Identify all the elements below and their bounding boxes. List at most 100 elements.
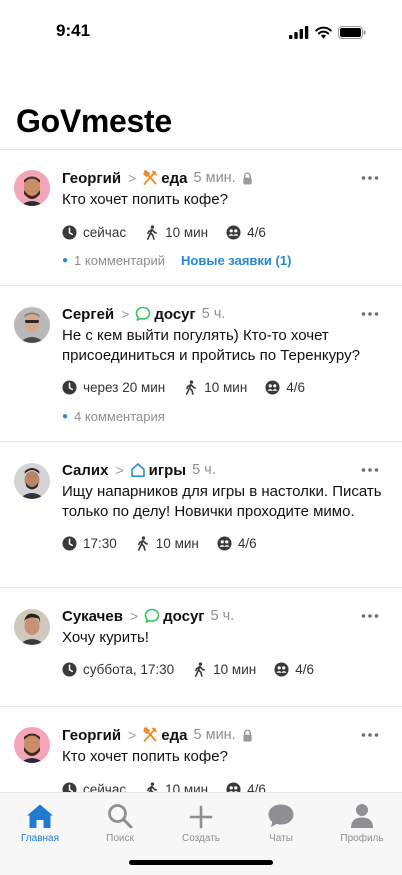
feed[interactable]: Георгий > еда 5 мин. Кто хочет попить ко… <box>0 150 402 792</box>
tab-chats[interactable]: Чаты <box>241 793 321 844</box>
people-icon <box>226 782 241 793</box>
dot-icon: ● <box>62 410 69 422</box>
people-icon <box>274 662 289 677</box>
author-name[interactable]: Сукачев <box>62 608 123 625</box>
post-header: Сергей > досуг 5 ч. <box>62 304 386 324</box>
avatar[interactable] <box>14 463 50 499</box>
home-icon <box>27 804 53 828</box>
post-links: ● 4 комментария <box>62 407 386 425</box>
category-label: еда <box>161 726 188 744</box>
post-text: Кто хочет попить кофе? <box>62 191 228 208</box>
tab-create[interactable]: Создать <box>161 793 241 844</box>
post-card[interactable]: Сукачев > досуг 5 ч. Хочу курить! суббот… <box>0 588 402 707</box>
author-name[interactable]: Георгий <box>62 727 121 744</box>
post-header: Салих > игры 5 ч. <box>62 460 386 480</box>
participants-count: 4/6 <box>237 535 257 551</box>
tab-label: Главная <box>20 833 60 844</box>
post-meta: через 20 мин 10 мин 4/6 <box>62 377 386 397</box>
people-icon <box>265 380 280 395</box>
status-icons <box>289 24 366 40</box>
chat-icon <box>268 804 294 827</box>
post-time-ago: 5 ч. <box>210 608 235 624</box>
dot-icon: ● <box>62 254 69 266</box>
walk-time: 10 мин <box>213 661 257 677</box>
tab-label: Создать <box>181 833 220 844</box>
walk-icon <box>135 536 150 551</box>
new-requests-link[interactable]: Новые заявки (1) <box>181 253 291 268</box>
post-meta: сейчас 10 мин 4/6 <box>62 779 386 792</box>
author-name[interactable]: Сергей <box>62 306 114 323</box>
author-name[interactable]: Георгий <box>62 170 121 187</box>
more-options-icon[interactable] <box>360 460 380 480</box>
tab-profile[interactable]: Профиль <box>322 793 402 844</box>
fork-knife-icon <box>142 727 158 743</box>
start-time: 17:30 <box>83 535 117 551</box>
clock-icon <box>62 225 77 240</box>
clock-icon <box>62 782 77 793</box>
post-text: Не с кем выйти погулять) Кто-то хочет пр… <box>62 327 360 364</box>
wifi-icon <box>315 26 332 38</box>
comments-link[interactable]: 1 комментарий <box>74 253 165 268</box>
more-options-icon[interactable] <box>360 606 380 626</box>
more-options-icon[interactable] <box>360 304 380 324</box>
start-time: сейчас <box>83 781 127 793</box>
post-links: ● 1 комментарий Новые заявки (1) <box>62 251 386 269</box>
people-icon <box>226 225 241 240</box>
walk-icon <box>144 782 159 793</box>
walk-time: 10 мин <box>155 535 199 551</box>
people-icon <box>217 536 232 551</box>
participants-count: 4/6 <box>247 781 266 793</box>
avatar[interactable] <box>14 170 50 206</box>
person-icon <box>351 804 373 828</box>
post-header: Сукачев > досуг 5 ч. <box>62 606 386 626</box>
walk-icon <box>192 662 207 677</box>
category-tag[interactable]: еда <box>142 726 188 744</box>
walk-icon <box>144 225 159 240</box>
tab-home[interactable]: Главная <box>0 793 80 844</box>
chevron-right-icon: > <box>129 608 139 624</box>
start-time: суббота, 17:30 <box>83 661 175 677</box>
chevron-right-icon: > <box>128 727 137 743</box>
fork-knife-icon <box>142 170 158 186</box>
category-label: еда <box>161 169 188 187</box>
author-name[interactable]: Салих <box>62 462 108 479</box>
post-time-ago: 5 ч. <box>201 306 226 322</box>
category-tag[interactable]: еда <box>142 169 188 187</box>
participants-count: 4/6 <box>295 661 314 677</box>
page-title: GoVmeste <box>16 103 172 139</box>
post-card[interactable]: Сергей > досуг 5 ч. Не с кем выйти погул… <box>0 286 402 442</box>
post-card[interactable]: Георгий > еда 5 мин. Кто хочет попить ко… <box>0 707 402 792</box>
post-time-ago: 5 мин. <box>193 727 236 743</box>
clock-icon <box>62 662 77 677</box>
tab-label: Чаты <box>269 833 293 844</box>
post-card[interactable]: Салих > игры 5 ч. Ищу напарников для игр… <box>0 442 402 588</box>
more-options-icon[interactable] <box>360 725 380 745</box>
avatar[interactable] <box>14 307 50 343</box>
post-time-ago: 5 ч. <box>192 462 216 478</box>
avatar[interactable] <box>14 727 50 763</box>
comments-link[interactable]: 4 комментария <box>74 409 165 424</box>
walk-time: 10 мин <box>165 781 209 793</box>
post-text: Хочу курить! <box>62 629 149 646</box>
category-tag[interactable]: досуг <box>144 608 205 625</box>
chevron-right-icon: > <box>121 306 130 322</box>
category-tag[interactable]: досуг <box>135 306 196 323</box>
category-tag[interactable]: игры <box>130 462 186 479</box>
more-options-icon[interactable] <box>360 168 380 188</box>
tab-search[interactable]: Поиск <box>80 793 160 844</box>
tab-label: Поиск <box>106 833 134 844</box>
status-bar: 9:41 <box>0 0 402 56</box>
walk-icon <box>183 380 198 395</box>
post-header: Георгий > еда 5 мин. <box>62 168 386 188</box>
post-card[interactable]: Георгий > еда 5 мин. Кто хочет попить ко… <box>0 150 402 286</box>
status-time: 9:41 <box>56 21 91 40</box>
walk-time: 10 мин <box>204 379 248 395</box>
chevron-right-icon: > <box>128 170 137 186</box>
clock-icon <box>62 536 77 551</box>
post-text: Кто хочет попить кофе? <box>62 748 228 765</box>
avatar[interactable] <box>14 609 50 645</box>
start-time: сейчас <box>83 224 127 240</box>
lock-icon <box>242 729 253 742</box>
post-meta: суббота, 17:30 10 мин 4/6 <box>62 659 386 679</box>
tab-label: Профиль <box>340 833 384 844</box>
